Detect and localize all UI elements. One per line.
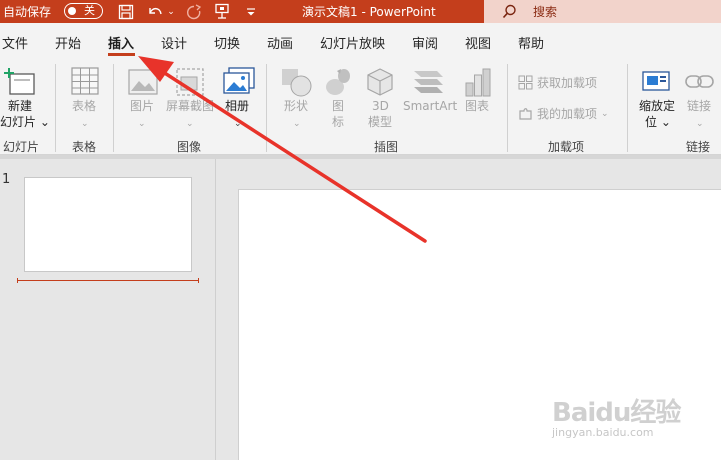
group-separator — [113, 64, 114, 152]
new-slide-label-1: 新建 — [8, 99, 33, 113]
insertion-marker — [17, 278, 199, 283]
customize-toolbar-icon[interactable] — [243, 2, 259, 21]
link-label: 链接 — [687, 99, 712, 113]
shapes-button[interactable]: 形状 ⌄ — [276, 63, 316, 133]
icons-label-2: 标 — [332, 115, 345, 129]
shapes-icon — [282, 69, 312, 97]
album-label: 相册 — [225, 99, 250, 113]
get-addins-button[interactable]: 获取加载项 — [518, 74, 597, 91]
title-bar: 自动保存 关 ⌄ 演示文稿1 - PowerPoint 搜索 — [0, 0, 721, 23]
shapes-label: 形状 — [284, 99, 309, 113]
chevron-down-icon: ⌄ — [186, 119, 194, 129]
table-label: 表格 — [72, 99, 97, 113]
tab-transitions[interactable]: 切换 — [214, 33, 240, 52]
chart-button[interactable]: 图表 — [460, 63, 496, 133]
table-icon — [71, 67, 99, 95]
new-slide-button[interactable]: 新建 幻灯片 ⌄ — [0, 63, 50, 133]
present-icon[interactable] — [212, 2, 232, 21]
my-addins-button[interactable]: 我的加载项 ⌄ — [518, 105, 609, 122]
tab-design[interactable]: 设计 — [161, 33, 187, 52]
chart-icon — [465, 68, 491, 97]
photo-album-icon — [223, 67, 255, 94]
chevron-down-icon: ⌄ — [138, 119, 146, 129]
tab-insert[interactable]: 插入 — [108, 33, 134, 52]
smartart-icon — [414, 71, 443, 93]
link-button[interactable]: 链接 ⌄ — [682, 63, 718, 133]
tab-view[interactable]: 视图 — [465, 33, 491, 52]
watermark-url: jingyan.baidu.com — [552, 426, 654, 439]
3d-label-1: 3D — [372, 99, 389, 113]
zoom-button[interactable]: 缩放定 位 ⌄ — [636, 63, 678, 133]
smartart-label: SmartArt — [403, 99, 458, 113]
3d-models-button[interactable]: 3D 模型 — [360, 63, 400, 133]
link-icon — [685, 75, 714, 88]
chevron-down-icon: ⌄ — [601, 108, 609, 119]
search-icon — [502, 4, 517, 22]
group-separator — [266, 64, 267, 152]
smartart-button[interactable]: SmartArt — [402, 63, 458, 133]
pictures-button[interactable]: 图片 ⌄ — [124, 63, 162, 133]
puzzle-icon — [519, 108, 532, 120]
picture-icon — [128, 69, 158, 95]
chevron-down-icon: ⌄ — [696, 119, 704, 129]
redo-icon[interactable] — [184, 2, 204, 21]
3d-label-2: 模型 — [368, 115, 393, 129]
my-addins-label: 我的加载项 — [537, 107, 598, 121]
chevron-down-icon: ⌄ — [81, 119, 89, 129]
search-label: 搜索 — [533, 5, 558, 19]
icons-gallery-icon — [326, 69, 350, 95]
photo-album-button[interactable]: 相册 ⌄ — [220, 63, 258, 133]
zoom-label-2: 位 ⌄ — [645, 115, 671, 129]
autosave-toggle[interactable]: 关 — [64, 3, 103, 19]
slide-thumbnail-pane: 1 — [0, 159, 216, 460]
addins-grid-icon — [518, 75, 533, 90]
group-separator — [507, 64, 508, 152]
search-box[interactable]: 搜索 — [484, 0, 721, 23]
icons-button[interactable]: 图 标 — [320, 63, 356, 133]
chart-label: 图表 — [465, 99, 490, 113]
chevron-down-icon: ⌄ — [234, 119, 242, 129]
save-icon[interactable] — [117, 2, 135, 21]
get-addins-label: 获取加载项 — [537, 76, 598, 90]
undo-icon[interactable] — [145, 2, 165, 21]
group-separator — [55, 64, 56, 152]
pictures-label: 图片 — [130, 99, 155, 113]
new-slide-label-2: 幻灯片 ⌄ — [0, 115, 50, 129]
zoom-label-1: 缩放定 — [639, 99, 676, 113]
tab-animations[interactable]: 动画 — [267, 33, 293, 52]
document-title: 演示文稿1 - PowerPoint — [302, 5, 436, 19]
zoom-icon — [642, 71, 670, 91]
tab-review[interactable]: 审阅 — [412, 33, 438, 52]
icons-label-1: 图 — [332, 99, 345, 113]
slide-number: 1 — [2, 172, 11, 187]
screenshot-button[interactable]: 屏幕截图 ⌄ — [164, 63, 218, 133]
cube-icon — [367, 68, 393, 96]
group-separator — [627, 64, 628, 152]
tab-help[interactable]: 帮助 — [518, 33, 544, 52]
tab-slideshow[interactable]: 幻灯片放映 — [320, 33, 385, 52]
menu-bar: 文件 开始 插入 设计 切换 动画 幻灯片放映 审阅 视图 帮助 — [0, 23, 721, 59]
group-label-links: 链接 — [686, 140, 711, 154]
group-label-slides: 幻灯片 — [3, 140, 40, 154]
tab-file[interactable]: 文件 — [2, 33, 28, 52]
screenshot-label: 屏幕截图 — [166, 99, 215, 113]
group-label-tables: 表格 — [72, 140, 97, 154]
autosave-label: 自动保存 — [3, 5, 52, 19]
toggle-knob — [68, 7, 76, 15]
group-label-images: 图像 — [177, 140, 202, 154]
slide-thumbnail[interactable] — [24, 177, 192, 272]
new-slide-icon — [4, 68, 35, 95]
chevron-down-icon: ⌄ — [293, 119, 301, 129]
screenshot-icon — [176, 68, 204, 96]
watermark-brand: Baidu经验 — [552, 398, 681, 428]
ribbon: 新建 幻灯片 ⌄ 幻灯片 表格 ⌄ 表格 图片 ⌄ 屏幕截图 ⌄ 相册 ⌄ 图像… — [0, 59, 721, 155]
undo-dropdown-icon[interactable]: ⌄ — [166, 2, 176, 21]
tab-home[interactable]: 开始 — [55, 33, 81, 52]
baidu-watermark: Baidu经验 jingyan.baidu.com — [552, 392, 681, 439]
group-label-addins: 加载项 — [548, 140, 585, 154]
group-label-illustrations: 插图 — [374, 140, 399, 154]
autosave-state: 关 — [84, 4, 95, 17]
active-tab-indicator — [108, 53, 135, 56]
table-button[interactable]: 表格 ⌄ — [62, 63, 108, 133]
